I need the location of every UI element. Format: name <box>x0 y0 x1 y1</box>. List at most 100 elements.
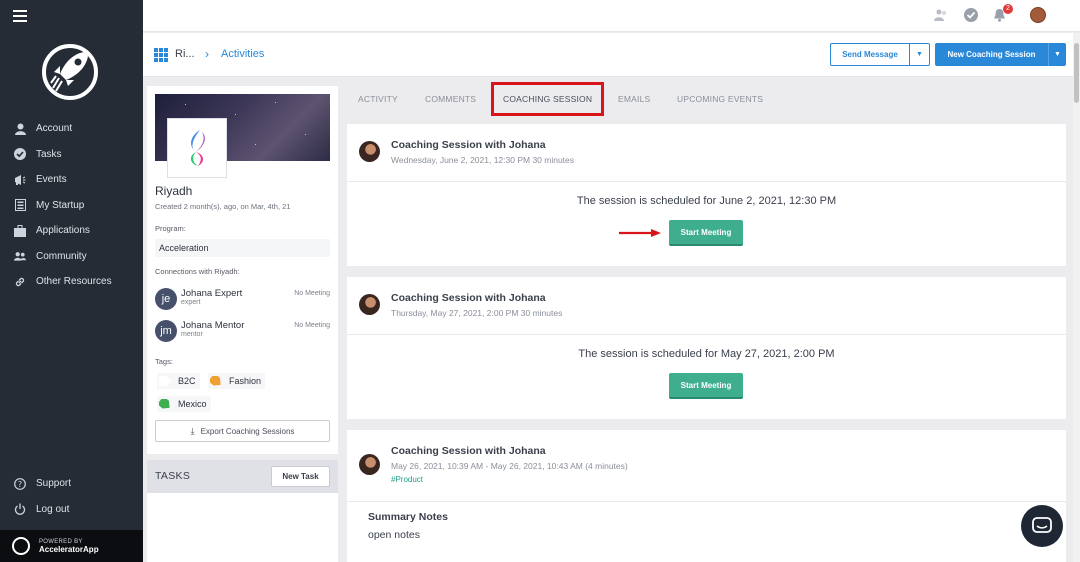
breadcrumb-bar: Ri... › Activities Send Message ▼ New Co… <box>143 33 1080 77</box>
tag-label: B2C <box>178 376 196 386</box>
tag-fashion[interactable]: Fashion <box>208 373 266 389</box>
export-coaching-sessions-button[interactable]: ⤓ Export Coaching Sessions <box>155 420 330 442</box>
session-date: May 26, 2021, 10:39 AM - May 26, 2021, 1… <box>391 461 628 471</box>
connection-role: expert <box>181 299 201 306</box>
scrollbar-thumb[interactable] <box>1074 43 1079 103</box>
user-switch-icon[interactable] <box>934 8 948 22</box>
building-icon <box>14 199 26 212</box>
sidebar-bottom-nav: ? Support Log out <box>0 471 143 522</box>
rocket-logo-icon[interactable] <box>42 44 98 100</box>
activity-tabs: ACTIVITY COMMENTS COACHING SESSION EMAIL… <box>347 86 1066 112</box>
question-circle-icon: ? <box>14 477 26 490</box>
download-icon: ⤓ <box>190 425 195 436</box>
coaching-session-card: Coaching Session with Johana Thursday, M… <box>347 277 1066 419</box>
sidebar-item-tasks[interactable]: Tasks <box>0 142 143 168</box>
sidebar-item-account[interactable]: Account <box>0 116 143 142</box>
sidebar-item-label: Events <box>36 174 67 186</box>
new-coaching-session-dropdown-button[interactable]: ▼ <box>1048 43 1066 66</box>
connection-name: Johana Expert <box>181 288 243 299</box>
tag-mexico[interactable]: Mexico <box>157 396 211 412</box>
session-schedule-message: The session is scheduled for June 2, 202… <box>576 195 837 207</box>
startup-name: Riyadh <box>155 184 193 198</box>
caret-down-icon: ▼ <box>916 51 923 58</box>
startup-profile-panel: Riyadh Created 2 month(s), ago, on Mar, … <box>147 86 338 454</box>
notification-badge: 2 <box>1003 4 1013 14</box>
avatar: je <box>155 288 177 310</box>
session-date: Thursday, May 27, 2021, 2:00 PM 30 minut… <box>391 308 563 318</box>
session-tag[interactable]: #Product <box>391 475 423 484</box>
sidebar-item-label: Applications <box>36 225 90 237</box>
send-message-button[interactable]: Send Message <box>830 43 910 66</box>
sidebar-item-label: Community <box>36 250 87 262</box>
session-title[interactable]: Coaching Session with Johana <box>391 139 546 151</box>
new-coaching-session-button[interactable]: New Coaching Session <box>935 43 1048 66</box>
connection-role: mentor <box>181 331 203 338</box>
sidebar-item-label: Support <box>36 478 72 490</box>
sidebar-item-label: My Startup <box>36 199 85 211</box>
connections-label: Connections with Riyadh: <box>155 267 240 276</box>
tag-icon <box>208 373 222 386</box>
user-avatar[interactable] <box>1030 7 1046 23</box>
tasks-list <box>147 493 338 562</box>
tag-label: Fashion <box>229 376 262 386</box>
start-meeting-button[interactable]: Start Meeting <box>669 373 743 399</box>
breadcrumb-activities[interactable]: Activities <box>221 48 264 60</box>
sidebar-item-label: Tasks <box>36 148 62 160</box>
chevron-right-icon: › <box>205 47 209 61</box>
sidebar-item-label: Other Resources <box>36 276 112 288</box>
powered-by[interactable]: POWERED BY AcceleratorApp <box>0 530 143 562</box>
tag-label: Mexico <box>178 399 207 409</box>
apps-grid-icon[interactable] <box>154 48 168 62</box>
program-label: Program: <box>155 224 186 233</box>
program-value: Acceleration <box>155 239 330 257</box>
session-date: Wednesday, June 2, 2021, 12:30 PM 30 min… <box>391 155 575 165</box>
sidebar-item-other-resources[interactable]: Other Resources <box>0 269 143 295</box>
tab-emails[interactable]: EMAILS <box>618 86 650 112</box>
sidebar-item-applications[interactable]: Applications <box>0 218 143 244</box>
rocket-icon <box>12 537 30 555</box>
tags-label: Tags: <box>155 357 173 366</box>
sidebar: Account Tasks Events My Startup Applicat… <box>0 0 143 562</box>
sidebar-item-support[interactable]: ? Support <box>0 471 143 497</box>
sidebar-item-events[interactable]: Events <box>0 167 143 193</box>
sidebar-nav: Account Tasks Events My Startup Applicat… <box>0 116 143 295</box>
session-title[interactable]: Coaching Session with Johana <box>391 292 546 304</box>
tab-activity[interactable]: ACTIVITY <box>358 86 398 112</box>
connection-name: Johana Mentor <box>181 320 245 331</box>
tag-b2c[interactable]: B2C <box>157 373 200 389</box>
avatar <box>359 294 380 315</box>
summary-notes-title: Summary Notes <box>368 511 448 523</box>
avatar: jm <box>155 320 177 342</box>
user-icon <box>14 123 26 135</box>
tag-icon <box>157 396 171 409</box>
connection-meeting-status: No Meeting <box>294 322 330 329</box>
sidebar-item-label: Account <box>36 123 73 135</box>
new-task-button[interactable]: New Task <box>271 466 330 487</box>
session-title[interactable]: Coaching Session with Johana <box>391 445 546 457</box>
connection-item[interactable]: jm Johana Mentor mentor No Meeting <box>155 318 330 344</box>
start-meeting-button[interactable]: Start Meeting <box>669 220 743 246</box>
chat-launcher-button[interactable] <box>1021 505 1063 547</box>
users-icon <box>14 250 26 262</box>
scrollbar[interactable] <box>1073 33 1080 562</box>
sidebar-item-my-startup[interactable]: My Startup <box>0 193 143 219</box>
powered-by-brand: AcceleratorApp <box>39 544 99 554</box>
caret-down-icon: ▼ <box>1054 51 1061 58</box>
breadcrumb-startup[interactable]: Ri... <box>175 48 195 60</box>
coaching-session-card: Coaching Session with Johana May 26, 202… <box>347 430 1066 562</box>
menu-icon[interactable] <box>13 10 27 22</box>
check-circle-icon[interactable] <box>964 8 978 22</box>
tasks-title: TASKS <box>155 470 191 482</box>
sidebar-item-logout[interactable]: Log out <box>0 497 143 523</box>
tab-comments[interactable]: COMMENTS <box>425 86 476 112</box>
sidebar-item-community[interactable]: Community <box>0 244 143 270</box>
session-header: Coaching Session with Johana Wednesday, … <box>347 124 1066 182</box>
connection-item[interactable]: je Johana Expert expert No Meeting <box>155 286 330 312</box>
session-schedule-message: The session is scheduled for May 27, 202… <box>578 348 835 360</box>
session-header: Coaching Session with Johana Thursday, M… <box>347 277 1066 335</box>
tab-upcoming-events[interactable]: UPCOMING EVENTS <box>677 86 763 112</box>
startup-logo <box>167 118 227 178</box>
send-message-dropdown-button[interactable]: ▼ <box>909 43 930 66</box>
summary-notes-link[interactable]: open notes <box>368 529 420 541</box>
chat-icon <box>1032 517 1052 533</box>
